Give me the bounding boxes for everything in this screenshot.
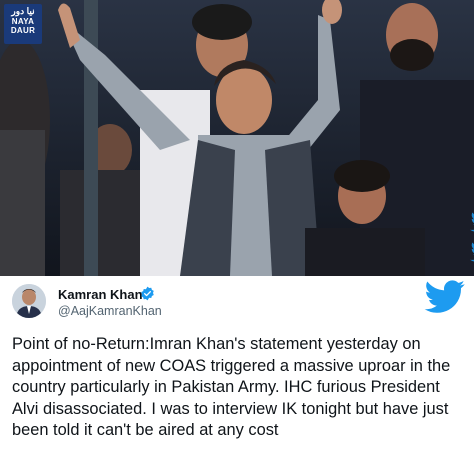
crowd-photo-illustration — [0, 0, 474, 276]
verified-badge-icon — [140, 286, 155, 306]
author-name[interactable]: Kamran Khan — [58, 287, 143, 302]
naya-daur-logo: نیا دور NAYA DAUR — [4, 4, 42, 44]
twitter-bird-icon[interactable] — [424, 280, 466, 319]
tweet-text: Point of no-Return:Imran Khan's statemen… — [12, 335, 451, 439]
logo-line-2: DAUR — [10, 26, 36, 35]
avatar[interactable] — [12, 284, 46, 318]
news-photo: نیا دور NAYA DAUR — [0, 0, 474, 276]
avatar-image — [12, 284, 46, 318]
author-handle[interactable]: @AajKamranKhan — [58, 304, 162, 318]
logo-urdu-text: نیا دور — [11, 6, 35, 16]
logo-line-1: NAYA — [11, 17, 35, 26]
